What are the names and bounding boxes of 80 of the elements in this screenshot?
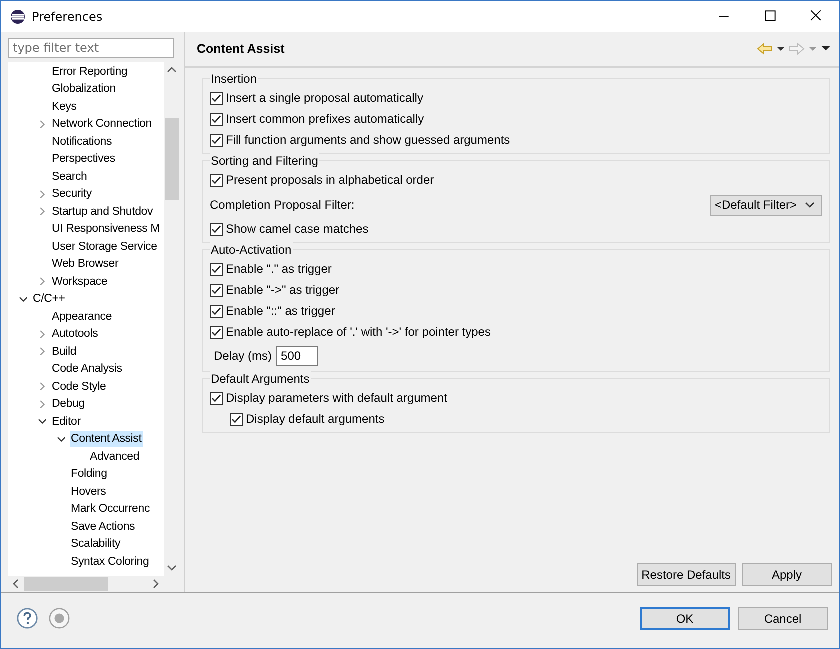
tree-item[interactable]: Debug (51, 396, 86, 412)
checkbox[interactable] (230, 413, 243, 426)
tree-item[interactable]: Autotools (51, 326, 100, 342)
checkbox-label[interactable]: Insert common prefixes automatically (226, 112, 424, 127)
cancel-button[interactable]: Cancel (738, 607, 828, 630)
tree-item[interactable]: Editor (51, 414, 82, 430)
checkbox-label[interactable]: Enable "->" as trigger (226, 283, 340, 298)
tree-item[interactable]: Code Analysis (51, 361, 124, 378)
expand-chevron-icon[interactable] (38, 190, 47, 199)
tree-item[interactable]: Security (51, 186, 93, 202)
checkbox[interactable] (210, 326, 223, 339)
checkbox-label[interactable]: Enable auto-replace of '.' with '->' for pointer types (226, 325, 491, 340)
checkbox[interactable] (210, 92, 223, 105)
checkbox[interactable] (210, 134, 223, 147)
tree-item[interactable]: Save Actions (70, 518, 136, 535)
tree-item[interactable]: Build (51, 344, 78, 360)
checkbox-label[interactable]: Insert a single proposal automatically (226, 91, 424, 106)
delay-field[interactable]: 500 (276, 346, 318, 366)
expand-chevron-icon[interactable] (38, 347, 47, 356)
expand-chevron-icon[interactable] (38, 382, 47, 392)
checkbox[interactable] (210, 223, 223, 236)
checkbox-label[interactable]: Display parameters with default argument (226, 391, 448, 406)
page-title: Content Assist (197, 42, 285, 56)
tree-item[interactable]: User Storage Service (51, 238, 158, 255)
scroll-thumb[interactable] (24, 577, 108, 591)
checkbox[interactable] (210, 305, 223, 318)
window-title: Preferences (32, 10, 103, 24)
group-title: Sorting and Filtering (210, 153, 320, 169)
ok-button[interactable]: OK (640, 607, 730, 630)
field-label: Completion Proposal Filter: (210, 198, 355, 212)
checkbox-label[interactable]: Enable "." as trigger (226, 262, 332, 277)
restore-defaults-button[interactable]: Restore Defaults (636, 563, 736, 586)
checkbox-label[interactable]: Show camel case matches (226, 222, 369, 237)
checkbox[interactable] (210, 174, 223, 187)
tree-item[interactable]: Network Connection (51, 116, 153, 132)
filter-dropdown[interactable]: <Default Filter> (710, 194, 822, 216)
tree-item[interactable]: UI Responsiveness M (51, 221, 162, 238)
checkbox[interactable] (210, 392, 223, 405)
help-icon[interactable] (16, 607, 39, 630)
tree-item[interactable]: Appearance (51, 308, 114, 325)
scroll-thumb[interactable] (165, 118, 179, 200)
tree-item[interactable]: Startup and Shutdov (51, 204, 154, 220)
tree-item[interactable]: C/C++ (32, 291, 66, 308)
checkbox-label[interactable]: Display default arguments (246, 412, 385, 427)
tree-item[interactable]: Mark Occurrenc (70, 501, 151, 518)
dropdown-chevron-icon[interactable] (805, 200, 816, 210)
expand-chevron-icon[interactable] (38, 330, 47, 339)
tree-item[interactable]: Advanced (89, 448, 141, 465)
group-title: Default Arguments (210, 371, 311, 387)
expand-chevron-icon[interactable] (38, 207, 47, 216)
app-icon (10, 8, 26, 24)
checkbox[interactable] (210, 263, 223, 276)
tree-item[interactable]: Workspace (51, 274, 109, 290)
tree-item[interactable]: Hovers (70, 484, 108, 500)
checkbox-label[interactable]: Enable "::" as trigger (226, 304, 336, 319)
collapse-chevron-icon[interactable] (38, 417, 47, 426)
tree-item[interactable]: Folding (70, 466, 108, 482)
checkbox-label[interactable]: Present proposals in alphabetical order (226, 173, 434, 188)
apply-button[interactable]: Apply (742, 563, 832, 586)
tree-item[interactable]: Notifications (51, 134, 114, 150)
expand-chevron-icon[interactable] (38, 277, 47, 286)
checkbox[interactable] (210, 284, 223, 297)
collapse-chevron-icon[interactable] (19, 294, 28, 304)
field-label: Delay (ms) (214, 349, 272, 363)
tree-item[interactable]: Error Reporting (51, 64, 129, 80)
tree-item[interactable]: Syntax Coloring (70, 554, 150, 570)
expand-chevron-icon[interactable] (38, 120, 47, 129)
collapse-chevron-icon[interactable] (57, 434, 66, 444)
tree-item[interactable]: Content Assist (70, 431, 143, 448)
filter-field[interactable]: type filter text (8, 38, 174, 58)
tree-item[interactable]: Globalization (51, 81, 117, 98)
expand-chevron-icon[interactable] (38, 400, 47, 409)
tree-item[interactable]: Search (51, 168, 88, 185)
tree-item[interactable]: Web Browser (51, 256, 120, 272)
checkbox[interactable] (210, 113, 223, 126)
checkbox-label[interactable]: Fill function arguments and show guessed arguments (226, 133, 510, 148)
tree-item[interactable]: Keys (51, 98, 78, 115)
tree-item[interactable]: Scalability (70, 536, 122, 552)
tree-item[interactable]: Code Style (51, 378, 108, 395)
tree-item[interactable]: Perspectives (51, 151, 116, 168)
